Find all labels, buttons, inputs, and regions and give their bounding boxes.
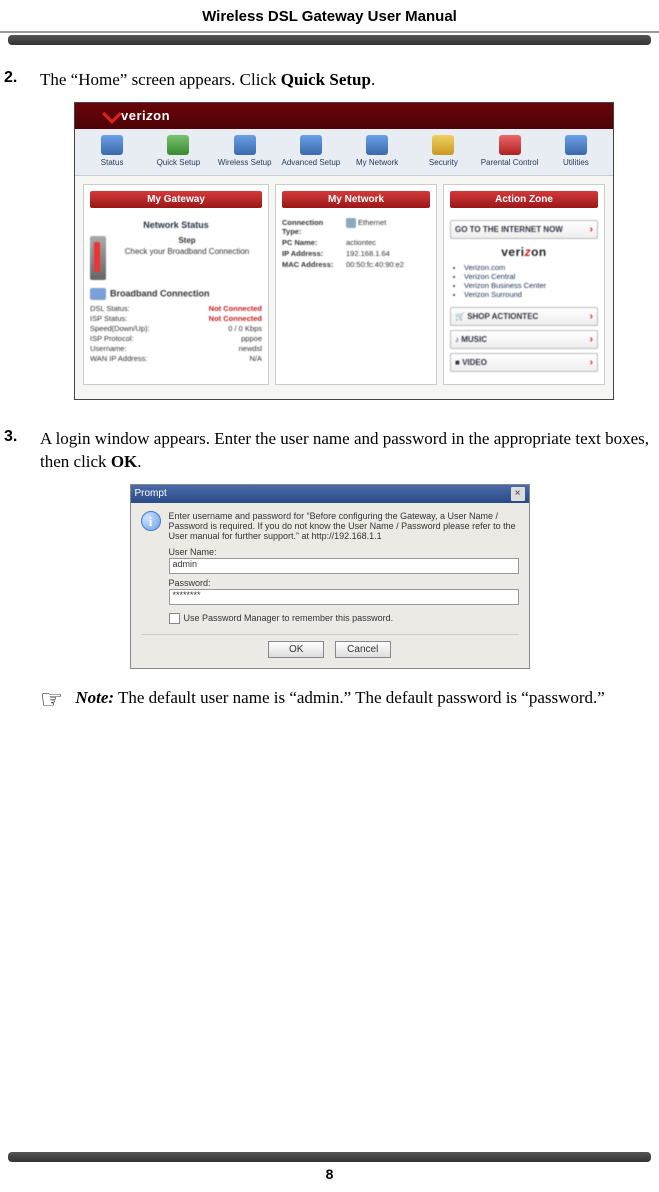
my-network-panel: My Network Connection Type:Ethernet PC N… bbox=[275, 184, 437, 385]
divider bbox=[0, 31, 659, 33]
password-label: Password: bbox=[169, 578, 519, 588]
monitor-icon bbox=[101, 135, 123, 155]
link-item[interactable]: Verizon Surround bbox=[464, 290, 598, 299]
bold-term: OK bbox=[111, 452, 137, 471]
text: . bbox=[137, 452, 141, 471]
text: The default user name is “admin.” The de… bbox=[114, 688, 605, 707]
check-broadband-text: Check your Broadband Connection bbox=[112, 247, 262, 256]
nav-quick-setup[interactable]: Quick Setup bbox=[145, 135, 211, 167]
chevron-right-icon: › bbox=[590, 334, 593, 345]
wireless-icon bbox=[234, 135, 256, 155]
step-label: Step bbox=[112, 236, 262, 245]
cancel-button[interactable]: Cancel bbox=[335, 641, 391, 658]
verizon-logo-small: verizon bbox=[450, 245, 598, 259]
username-label: User Name: bbox=[169, 547, 519, 557]
page-footer: 8 bbox=[0, 1152, 659, 1182]
ethernet-icon bbox=[346, 218, 356, 228]
page-header: Wireless DSL Gateway User Manual bbox=[0, 0, 659, 45]
link-item[interactable]: Verizon.com bbox=[464, 263, 598, 272]
video-button[interactable]: ■ VIDEO› bbox=[450, 353, 598, 372]
ok-button[interactable]: OK bbox=[268, 641, 324, 658]
chevron-right-icon: › bbox=[590, 224, 593, 235]
dialog-message: Enter username and password for “Before … bbox=[169, 511, 519, 541]
advanced-icon bbox=[300, 135, 322, 155]
divider-bar bbox=[8, 1152, 651, 1162]
info-icon: i bbox=[141, 511, 161, 531]
panel-body: Connection Type:Ethernet PC Name:actiont… bbox=[276, 212, 436, 279]
link-item[interactable]: Verizon Business Center bbox=[464, 281, 598, 290]
network-status-title: Network Status bbox=[90, 220, 262, 230]
remember-checkbox[interactable] bbox=[169, 613, 180, 624]
pointing-hand-icon: ☞ bbox=[40, 687, 63, 713]
parental-icon bbox=[499, 135, 521, 155]
gateway-topbar: verizon bbox=[75, 103, 613, 129]
remember-label: Use Password Manager to remember this pa… bbox=[184, 613, 394, 623]
verizon-check-icon bbox=[102, 104, 122, 124]
utilities-icon bbox=[565, 135, 587, 155]
nav-status[interactable]: Status bbox=[79, 135, 145, 167]
manual-title: Wireless DSL Gateway User Manual bbox=[0, 8, 659, 31]
close-icon[interactable]: × bbox=[511, 487, 525, 501]
nav-mynetwork[interactable]: My Network bbox=[344, 135, 410, 167]
bold-term: Quick Setup bbox=[281, 70, 371, 89]
shop-button[interactable]: 🛒 SHOP ACTIONTEC› bbox=[450, 307, 598, 326]
panel-title: My Gateway bbox=[90, 191, 262, 208]
action-zone-panel: Action Zone GO TO THE INTERNET NOW› veri… bbox=[443, 184, 605, 385]
divider-bar bbox=[8, 35, 651, 45]
step-3: 3. A login window appears. Enter the use… bbox=[4, 428, 655, 474]
step-text: A login window appears. Enter the user n… bbox=[40, 428, 655, 474]
page-number: 8 bbox=[0, 1166, 659, 1182]
setup-icon bbox=[167, 135, 189, 155]
music-button[interactable]: ♪ MUSIC› bbox=[450, 330, 598, 349]
gateway-screenshot: verizon Status Quick Setup Wireless Setu… bbox=[74, 102, 614, 400]
nav-wireless[interactable]: Wireless Setup bbox=[212, 135, 278, 167]
nav-security[interactable]: Security bbox=[410, 135, 476, 167]
username-input[interactable]: admin bbox=[169, 558, 519, 574]
link-item[interactable]: Verizon Central bbox=[464, 272, 598, 281]
modem-icon bbox=[90, 288, 106, 300]
dialog-titlebar: Prompt × bbox=[131, 485, 529, 503]
text: The “Home” screen appears. Click bbox=[40, 70, 281, 89]
go-internet-button[interactable]: GO TO THE INTERNET NOW› bbox=[450, 220, 598, 239]
nav-advanced[interactable]: Advanced Setup bbox=[278, 135, 344, 167]
network-icon bbox=[366, 135, 388, 155]
gateway-nav: Status Quick Setup Wireless Setup Advanc… bbox=[75, 129, 613, 176]
verizon-logo: verizon bbox=[121, 108, 170, 123]
dialog-title: Prompt bbox=[135, 488, 167, 499]
step-text: The “Home” screen appears. Click Quick S… bbox=[40, 69, 655, 92]
panel-title: Action Zone bbox=[450, 191, 598, 208]
note-text: Note: The default user name is “admin.” … bbox=[75, 687, 605, 713]
panel-title: My Network bbox=[282, 191, 430, 208]
panel-body: Network Status Step Check your Broadband… bbox=[84, 212, 268, 372]
login-dialog-screenshot: Prompt × i Enter username and password f… bbox=[130, 484, 530, 669]
broadband-title: Broadband Connection bbox=[90, 288, 262, 300]
step-2: 2. The “Home” screen appears. Click Quic… bbox=[4, 69, 655, 92]
text: . bbox=[371, 70, 375, 89]
chevron-right-icon: › bbox=[590, 311, 593, 322]
step-number: 3. bbox=[4, 428, 30, 474]
security-icon bbox=[432, 135, 454, 155]
nav-utilities[interactable]: Utilities bbox=[543, 135, 609, 167]
my-gateway-panel: My Gateway Network Status Step Check you… bbox=[83, 184, 269, 385]
gateway-panels: My Gateway Network Status Step Check you… bbox=[75, 176, 613, 399]
page-content: 2. The “Home” screen appears. Click Quic… bbox=[0, 69, 659, 713]
status-indicator-icon bbox=[90, 236, 106, 280]
step-number: 2. bbox=[4, 69, 30, 92]
verizon-links: Verizon.com Verizon Central Verizon Busi… bbox=[456, 263, 598, 299]
chevron-right-icon: › bbox=[590, 357, 593, 368]
panel-body: GO TO THE INTERNET NOW› verizon Verizon.… bbox=[444, 212, 604, 384]
note-label: Note: bbox=[75, 688, 114, 707]
password-input[interactable]: ******** bbox=[169, 589, 519, 605]
remember-row: Use Password Manager to remember this pa… bbox=[169, 613, 519, 624]
note-block: ☞ Note: The default user name is “admin.… bbox=[40, 687, 655, 713]
nav-parental[interactable]: Parental Control bbox=[477, 135, 543, 167]
